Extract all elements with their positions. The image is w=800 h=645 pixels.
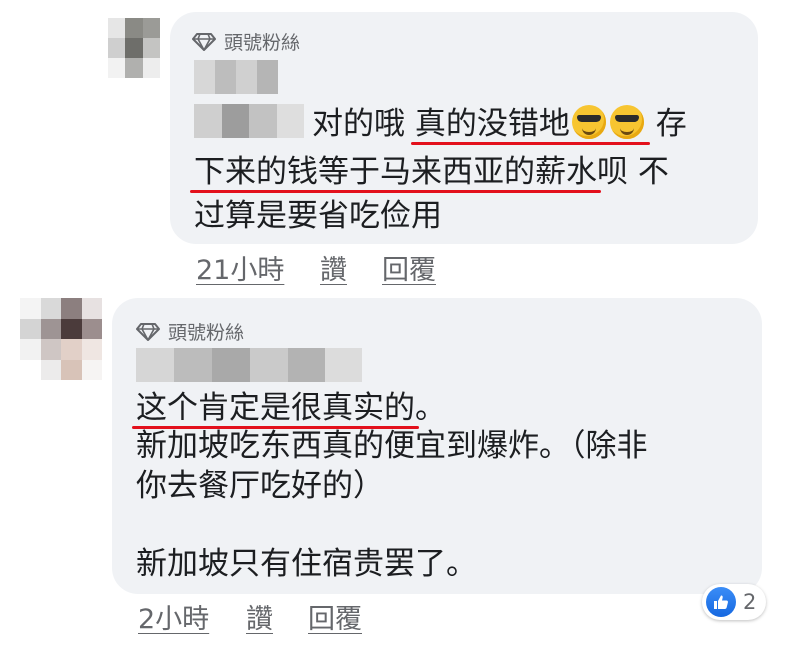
- avatar[interactable]: [108, 18, 160, 78]
- blurred-author-name[interactable]: [136, 348, 362, 382]
- comment-text-line: 下来的钱等于马来西亚的薪水呗 不: [194, 154, 669, 190]
- reply-link[interactable]: 回覆: [308, 597, 362, 636]
- reply-link[interactable]: 回覆: [382, 248, 436, 287]
- comment-text-line: 这个肯定是很真实的。: [136, 390, 446, 426]
- comment-text-line: 对的哦 真的没错地 存: [312, 105, 687, 142]
- like-link[interactable]: 讚: [320, 248, 347, 287]
- top-fan-badge: 頭號粉絲: [192, 28, 300, 55]
- reaction-summary[interactable]: 2: [702, 584, 767, 620]
- blurred-mention[interactable]: [194, 104, 304, 138]
- comment-actions: 21小時 讚 回覆: [196, 248, 496, 286]
- underlined-text: 真的没错地: [415, 105, 646, 142]
- diamond-icon: [136, 322, 160, 341]
- sunglasses-emoji: [609, 105, 644, 139]
- underlined-text: 这个肯定是很真实的: [136, 390, 415, 426]
- diamond-icon: [192, 32, 216, 51]
- comment-text-line: 新加坡吃东西真的便宜到爆炸。（除非: [136, 428, 648, 464]
- reaction-count: 2: [743, 590, 757, 614]
- thumbs-up-icon: [706, 587, 736, 617]
- comment-actions: 2小時 讚 回覆: [138, 597, 438, 635]
- badge-label: 頭號粉絲: [168, 322, 245, 344]
- timestamp-link[interactable]: 2小時: [138, 597, 209, 636]
- avatar[interactable]: [20, 298, 102, 380]
- badge-label: 頭號粉絲: [224, 32, 301, 54]
- comment-text-line: 你去餐厅吃好的）: [136, 468, 384, 504]
- comment-text-line: 新加坡只有住宿贵罢了。: [136, 546, 477, 582]
- underlined-text: 下来的钱等于马来西亚的薪水: [194, 154, 597, 190]
- timestamp-link[interactable]: 21小時: [196, 248, 284, 287]
- blurred-author-name[interactable]: [194, 60, 278, 94]
- top-fan-badge: 頭號粉絲: [136, 318, 244, 345]
- comment-text-line: 过算是要省吃俭用: [194, 198, 442, 234]
- sunglasses-emoji: [571, 105, 606, 139]
- like-link[interactable]: 讚: [246, 597, 273, 636]
